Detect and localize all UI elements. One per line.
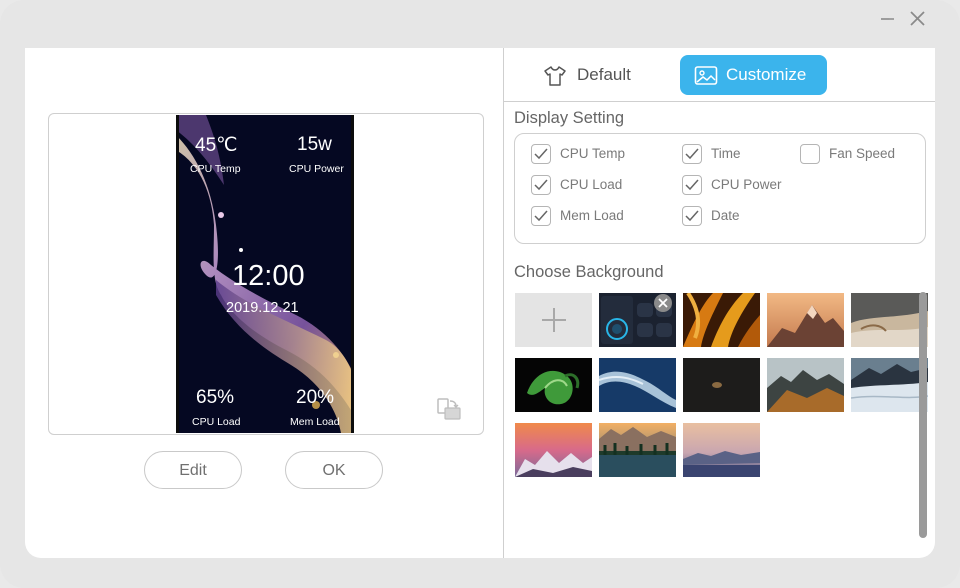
background-thumb-snowy-mountain[interactable]: [851, 358, 928, 412]
close-icon: [910, 11, 925, 26]
checkbox-label: Mem Load: [560, 208, 624, 223]
checkmark-icon: [534, 210, 548, 222]
mem-load-value: 20%: [296, 387, 335, 408]
background-thumb-pink-sunset-peaks[interactable]: [515, 423, 592, 477]
background-thumb-green-leaf[interactable]: [515, 358, 592, 412]
panel-divider: [503, 48, 504, 558]
background-thumb-dusk-mountains[interactable]: [683, 423, 760, 477]
tab-customize-label: Customize: [726, 65, 807, 84]
rotate-screen-button[interactable]: [436, 397, 462, 423]
tshirt-icon: [544, 66, 566, 86]
screen-edge-right: [351, 115, 354, 433]
checkbox-box: [682, 175, 702, 195]
edit-button[interactable]: Edit: [144, 451, 242, 489]
title-bar: [0, 0, 960, 48]
checkbox-box: [531, 206, 551, 226]
add-background-button[interactable]: [515, 293, 592, 347]
background-list-scrollbar[interactable]: [919, 292, 927, 538]
background-thumb-aerial-coast[interactable]: [599, 358, 676, 412]
choose-background-title: Choose Background: [514, 263, 664, 281]
cpu-temp-value: 45℃: [195, 135, 238, 156]
checkbox-box: [682, 144, 702, 164]
cpu-power-label: CPU Power: [289, 163, 344, 175]
app-window: 45℃ CPU Temp 15w CPU Power 12:00 2019.12…: [0, 0, 960, 588]
checkmark-icon: [534, 179, 548, 191]
cpu-load-value: 65%: [196, 387, 235, 408]
close-icon: [658, 298, 668, 308]
checkmark-icon: [685, 148, 699, 160]
mem-load-label: Mem Load: [290, 416, 340, 428]
close-button[interactable]: [907, 8, 929, 30]
tab-underline: [504, 101, 935, 102]
checkbox-label: CPU Power: [711, 177, 782, 192]
checkbox-label: CPU Load: [560, 177, 623, 192]
remove-background-button[interactable]: [654, 294, 672, 312]
checkmark-icon: [685, 210, 699, 222]
checkbox-box: [531, 175, 551, 195]
checkmark-icon: [685, 179, 699, 191]
cpu-load-label: CPU Load: [192, 416, 241, 428]
minimize-icon: [881, 18, 894, 20]
display-setting-title: Display Setting: [514, 109, 625, 127]
background-thumb-mountain-ridge[interactable]: [767, 358, 844, 412]
background-thumb-mountain-sunset[interactable]: [767, 293, 844, 347]
main-panel: 45℃ CPU Temp 15w CPU Power 12:00 2019.12…: [25, 48, 935, 558]
tab-default-label: Default: [577, 65, 631, 84]
ok-button[interactable]: OK: [285, 451, 383, 489]
checkbox-label: Date: [711, 208, 740, 223]
tab-default[interactable]: Default: [543, 55, 661, 95]
background-thumb-desert-hills[interactable]: [851, 293, 928, 347]
checkbox-box: [531, 144, 551, 164]
tab-customize[interactable]: Customize: [680, 55, 827, 95]
checkbox-label: Time: [711, 146, 741, 161]
checkbox-box: [800, 144, 820, 164]
cpu-power-value: 15w: [297, 134, 332, 155]
rotate-icon: [437, 398, 461, 420]
cpu-temp-label: CPU Temp: [190, 163, 241, 175]
checkbox-label: CPU Temp: [560, 146, 626, 161]
background-thumb-dark-object[interactable]: [683, 358, 760, 412]
image-icon: [694, 66, 718, 85]
checkbox-box: [682, 206, 702, 226]
clock-date: 2019.12.21: [226, 300, 299, 316]
screen-preview: 45℃ CPU Temp 15w CPU Power 12:00 2019.12…: [176, 115, 354, 433]
background-thumb-lake-forest[interactable]: [599, 423, 676, 477]
background-thumb-device-theme[interactable]: [599, 293, 676, 347]
screen-edge-left: [176, 115, 179, 433]
background-thumb-orange-petals[interactable]: [683, 293, 760, 347]
checkmark-icon: [534, 148, 548, 160]
checkbox-label: Fan Speed: [829, 146, 896, 161]
clock-time: 12:00: [232, 260, 305, 292]
plus-icon: [542, 308, 566, 332]
minimize-button[interactable]: [877, 8, 899, 30]
preview-frame: 45℃ CPU Temp 15w CPU Power 12:00 2019.12…: [48, 113, 484, 435]
